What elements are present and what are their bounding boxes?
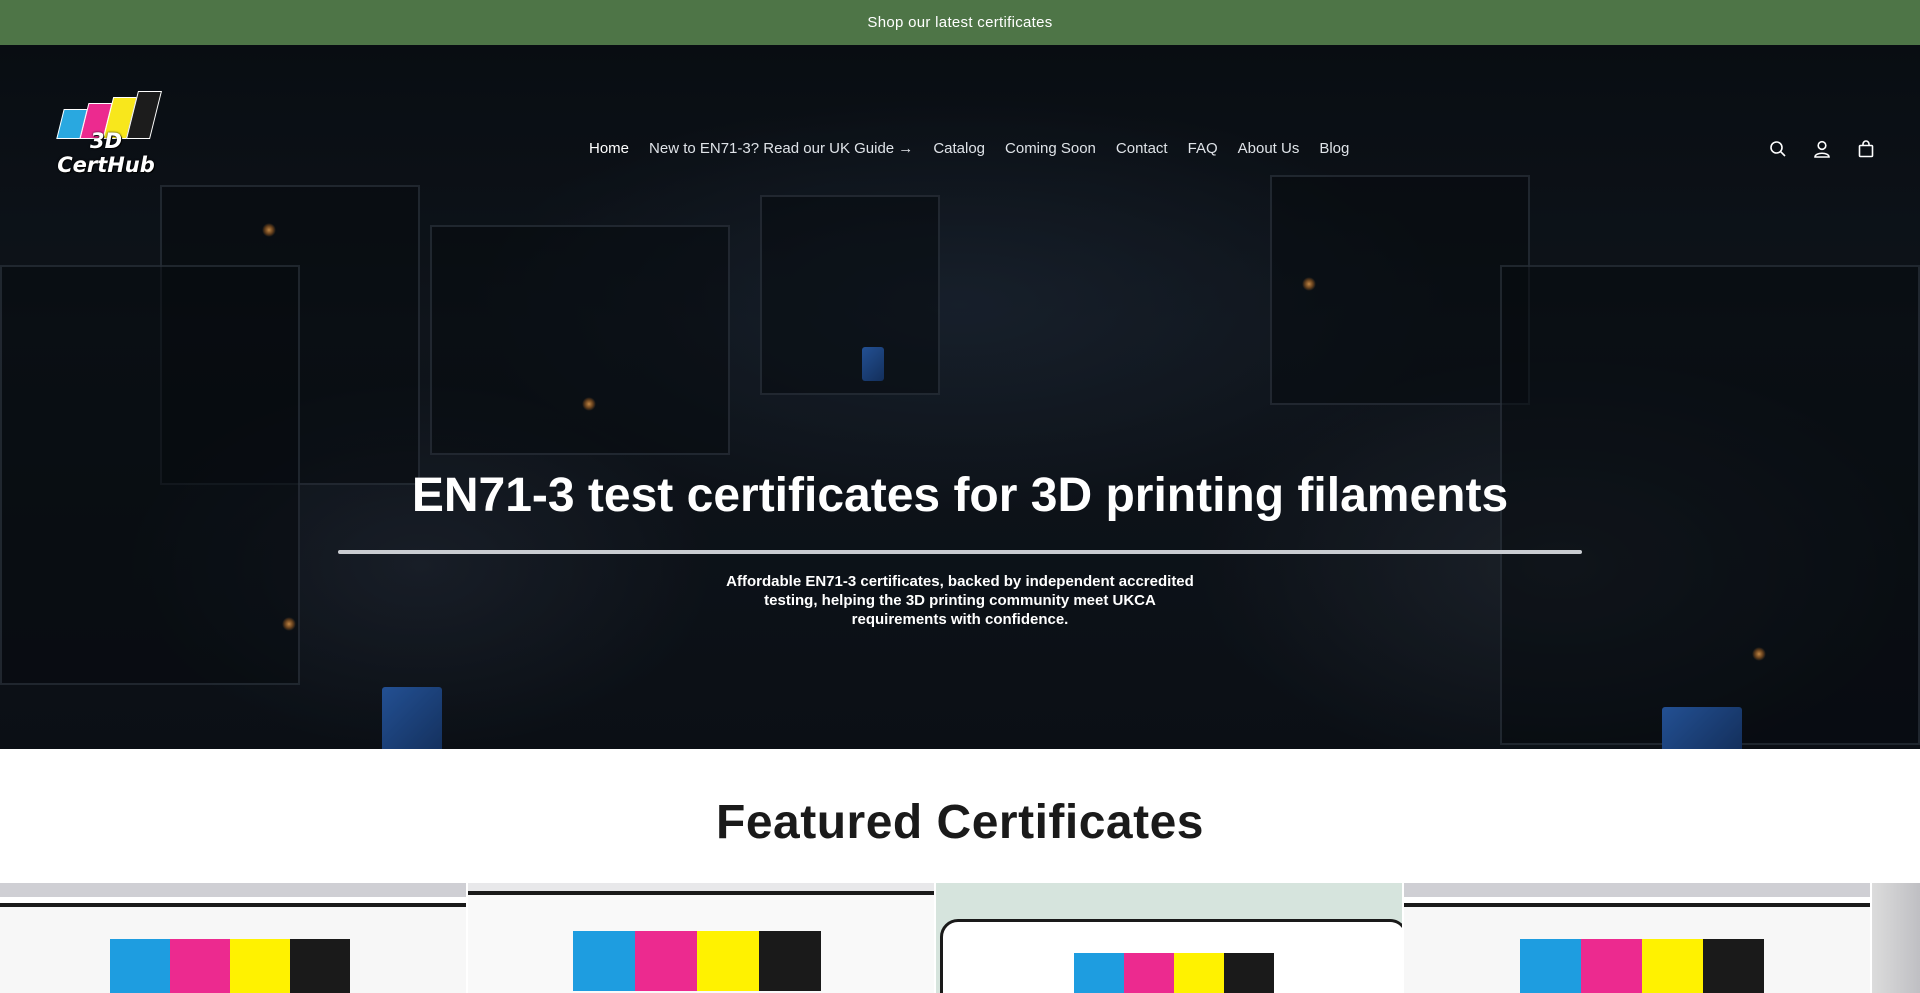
product-card[interactable] [0,883,466,993]
header-icons [1768,139,1876,159]
hero-divider [338,550,1582,554]
hero-banner: 3D CertHub Home New to EN71-3? Read our … [0,45,1920,749]
product-image [1520,939,1764,993]
hero-title: EN71-3 test certificates for 3D printing… [411,469,1509,522]
nav-item-about-us[interactable]: About Us [1238,140,1300,157]
nav-item-uk-guide[interactable]: New to EN71-3? Read our UK Guide → [649,140,913,157]
nav-item-contact[interactable]: Contact [1116,140,1168,157]
nav-item-faq[interactable]: FAQ [1188,140,1218,157]
site-logo[interactable]: 3D CertHub [40,87,172,177]
cart-icon[interactable] [1856,139,1876,159]
product-card[interactable] [1404,883,1870,993]
account-icon[interactable] [1812,139,1832,159]
featured-certificates-heading: Featured Certificates [716,796,1204,849]
nav-item-catalog[interactable]: Catalog [933,140,985,157]
product-card[interactable] [1872,883,1920,993]
product-card[interactable] [468,883,934,993]
announcement-bar[interactable]: Shop our latest certificates [0,0,1920,45]
nav-item-blog[interactable]: Blog [1319,140,1349,157]
product-image [573,931,821,991]
product-image [110,939,350,993]
product-image [1074,953,1274,993]
logo-text: 3D CertHub [57,129,155,177]
announcement-text[interactable]: Shop our latest certificates [867,14,1052,31]
search-icon[interactable] [1768,139,1788,159]
main-navigation: Home New to EN71-3? Read our UK Guide → … [589,140,1349,157]
nav-item-coming-soon[interactable]: Coming Soon [1005,140,1096,157]
hero-subtitle: Affordable EN71-3 certificates, backed b… [726,573,1194,628]
nav-item-home[interactable]: Home [589,140,629,157]
featured-products-grid [0,883,1920,993]
product-card[interactable] [936,883,1402,993]
